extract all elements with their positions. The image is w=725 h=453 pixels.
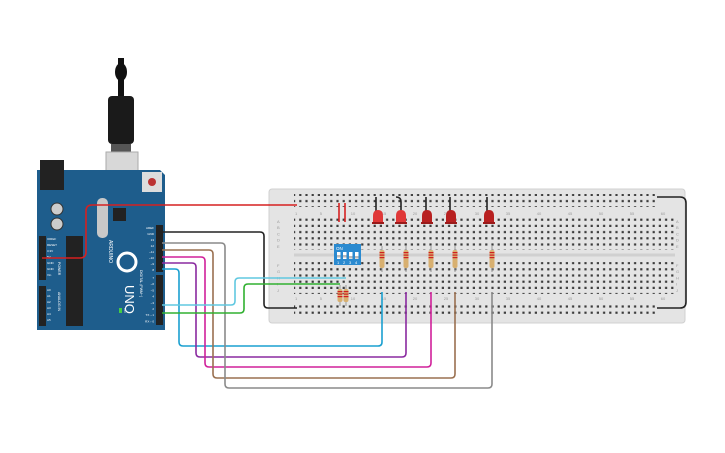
column-number: 35 [506,296,511,301]
on-led-label: ON [123,308,127,313]
analog-pin-label: A2 [47,300,51,304]
digital-pin-label: 13 [151,238,155,242]
row-letter: E [676,244,679,249]
power-jack [40,160,64,190]
column-number: 50 [599,296,604,301]
analog-pin-label: A3 [47,306,51,310]
column-number: 10 [351,296,356,301]
digital-pin-label: TX→1 [145,313,154,317]
board-name: ARDUINO [107,240,113,263]
column-number: 55 [630,211,635,216]
digital-pin-label: ~11 [149,250,154,254]
column-number: 40 [537,296,542,301]
column-number: 20 [413,296,418,301]
row-letter: E [277,244,280,249]
digital-pin-label: ~6 [151,282,155,286]
digital-pin-label: ~9 [151,262,155,266]
column-number: 45 [568,296,573,301]
digital-header-bottom [156,275,163,325]
digital-pin-label: ~5 [151,288,155,292]
analog-header [39,286,46,326]
column-number: 10 [351,211,356,216]
column-number: 25 [444,296,449,301]
column-number: 60 [661,296,666,301]
digital-pin-label: ~10 [149,256,154,260]
row-letter: G [676,269,679,274]
breadboard[interactable] [268,188,686,324]
power-pin-label: Vin [47,273,52,277]
column-number: 35 [506,211,511,216]
row-letter: C [277,231,280,236]
row-letter: D [676,238,679,243]
row-letter: C [676,231,679,236]
row-letter: A [277,219,280,224]
digital-pin-label: GND [147,232,155,236]
row-letter: J [277,288,279,293]
power-pin-label: GND [47,261,55,265]
chip-atmega [66,236,83,326]
digital-pin-label: AREF [146,226,154,230]
digital-label: DIGITAL (PWM~) [139,270,143,297]
power-pin-label: IOREF [47,237,56,241]
row-letter: D [277,238,280,243]
analog-label: ANALOG IN [57,292,61,312]
row-letter: B [277,225,280,230]
dip-switch[interactable]: ON 1234 [334,244,361,265]
row-letter: A [676,219,679,224]
column-number: 40 [537,211,542,216]
power-label: POWER [57,262,61,276]
circuit-canvas: A AB BC CD DE EF FG GH HI IJ J 1155101015152020252… [37,58,687,389]
column-number: 45 [568,211,573,216]
power-pin-label: 3.3V [47,249,53,253]
digital-pin-label: RX←0 [145,319,154,323]
digital-pin-label: ~3 [151,301,155,305]
row-letter: I [676,282,677,287]
power-pin-label: GND [47,267,55,271]
power-pin-label: RESET [47,243,57,247]
column-number: 30 [475,211,480,216]
column-number: 55 [630,296,635,301]
column-number: 50 [599,211,604,216]
analog-pin-label: A4 [47,312,51,316]
row-letter: G [277,269,280,274]
column-number: 20 [413,211,418,216]
digital-pin-label: 12 [151,244,155,248]
analog-pin-label: A1 [47,294,51,298]
column-number: 60 [661,211,666,216]
column-number: 30 [475,296,480,301]
analog-pin-label: A5 [47,318,51,322]
analog-pin-label: A0 [47,288,51,292]
row-letter: B [676,225,679,230]
digital-header-top [156,225,163,272]
row-letter: H [676,275,679,280]
row-letter: J [676,288,678,293]
dip-on-label: ON [336,246,343,251]
